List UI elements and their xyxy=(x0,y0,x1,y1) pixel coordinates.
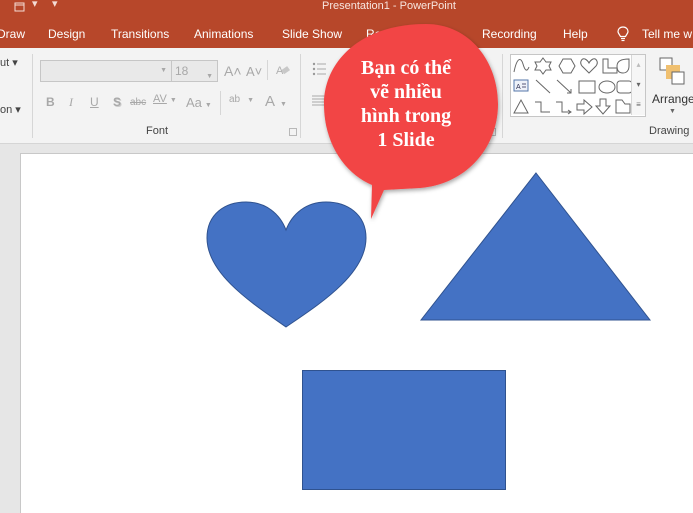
callout-line: Bạn có thể xyxy=(361,57,451,79)
callout-text: Bạn có thể vẽ nhiều hình trong 1 Slide xyxy=(342,56,470,152)
callout-line: hình trong xyxy=(360,105,452,127)
callout-line: vẽ nhiều xyxy=(370,81,442,103)
callout-line: 1 Slide xyxy=(377,129,435,151)
